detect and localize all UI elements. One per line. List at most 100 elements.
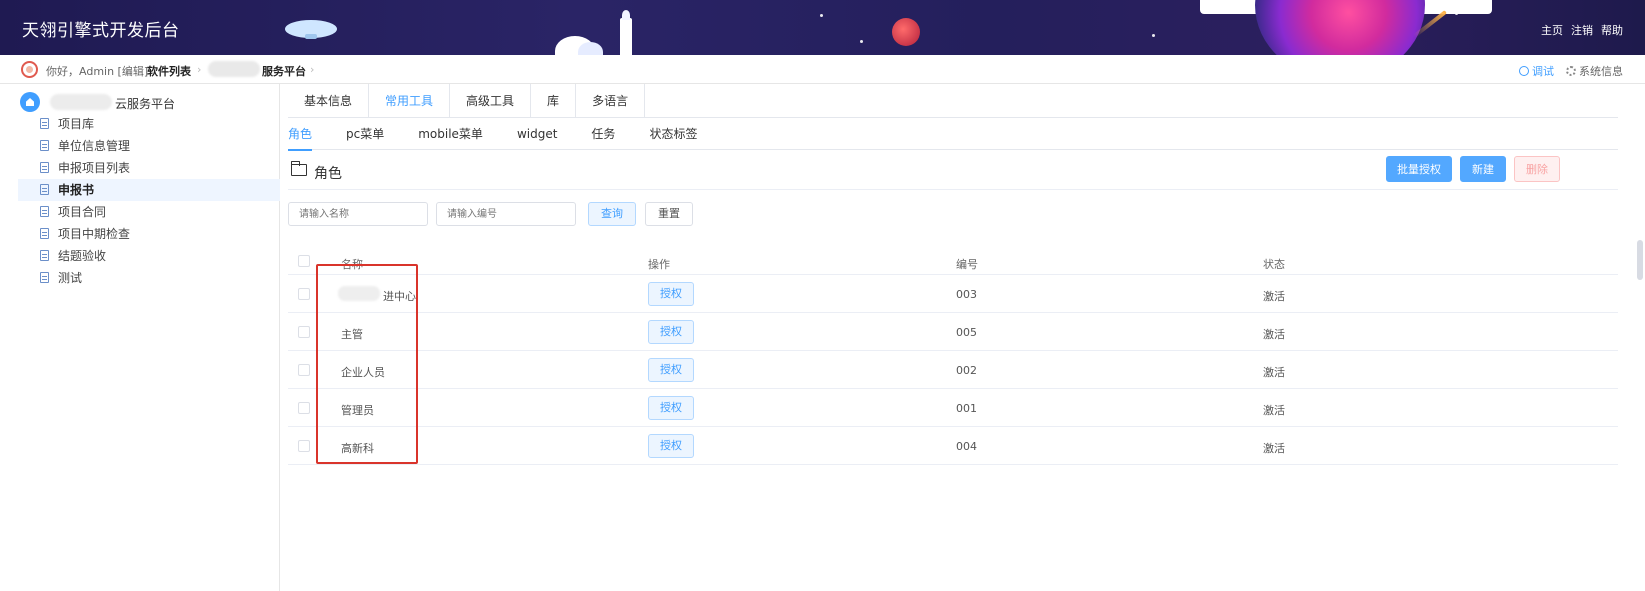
sidebar-item-acceptance[interactable]: 结题验收	[18, 245, 280, 267]
sidebar-item-midterm-check[interactable]: 项目中期检查	[18, 223, 280, 245]
row-checkbox[interactable]	[298, 288, 310, 300]
gear-icon	[1566, 66, 1576, 76]
breadcrumb-service-platform[interactable]: 服务平台	[262, 63, 306, 79]
row-code: 004	[956, 440, 977, 453]
row-status: 激活	[1263, 442, 1285, 455]
star-icon	[820, 14, 823, 17]
section-title: 角色	[314, 166, 342, 182]
authorize-button[interactable]: 授权	[648, 358, 694, 382]
logout-link[interactable]: 注销	[1571, 22, 1593, 38]
help-link[interactable]: 帮助	[1601, 22, 1623, 38]
sidebar-root[interactable]: 云服务平台	[20, 92, 270, 112]
sidebar: 云服务平台 项目库 单位信息管理 申报项目列表 申报书 项目合同 项目中期检查 …	[0, 84, 280, 591]
user-greeting[interactable]: 你好，Admin [编辑]	[46, 63, 148, 79]
header-status: 状态	[1263, 258, 1285, 271]
sidebar-item-project-library[interactable]: 项目库	[18, 113, 280, 135]
sidebar-root-label: 云服务平台	[115, 97, 176, 111]
roles-table: 名称 操作 编号 状态 进中心 授权 003 激活 主管 授权 005 激活 企…	[288, 247, 1618, 465]
table-row[interactable]: 企业人员 授权 002 激活	[288, 351, 1618, 389]
table-row[interactable]: 主管 授权 005 激活	[288, 313, 1618, 351]
authorize-button[interactable]: 授权	[648, 320, 694, 344]
debug-link[interactable]: 调试	[1519, 63, 1554, 79]
breadcrumb-separator-icon: ›	[197, 63, 202, 76]
row-code: 005	[956, 326, 977, 339]
tower-illustration	[620, 10, 632, 55]
table-header: 名称 操作 编号 状态	[288, 247, 1618, 275]
nebula-illustration	[1255, 0, 1425, 55]
app-title: 天翎引擎式开发后台	[22, 21, 180, 41]
tab-multilanguage[interactable]: 多语言	[576, 84, 646, 118]
toolbar-links: 调试 系统信息	[1519, 63, 1623, 79]
sidebar-item-application-form[interactable]: 申报书	[18, 179, 280, 201]
debug-label: 调试	[1532, 65, 1554, 78]
main-content: 基本信息 常用工具 高级工具 库 多语言 角色 pc菜单 mobile菜单 wi…	[288, 84, 1628, 591]
document-icon	[40, 228, 49, 239]
sidebar-item-test[interactable]: 测试	[18, 267, 280, 289]
row-status: 激活	[1263, 328, 1285, 341]
row-checkbox[interactable]	[298, 326, 310, 338]
document-icon	[40, 272, 49, 283]
authorize-button[interactable]: 授权	[648, 396, 694, 420]
tab-basic-info[interactable]: 基本信息	[288, 84, 370, 118]
name-search-input[interactable]	[288, 202, 428, 226]
tab-mobile-menu[interactable]: mobile菜单	[418, 118, 483, 150]
new-button[interactable]: 新建	[1460, 156, 1506, 182]
query-button[interactable]: 查询	[588, 202, 636, 226]
breadcrumb-software-list[interactable]: 软件列表	[147, 63, 191, 79]
tab-status-label[interactable]: 状态标签	[649, 118, 697, 150]
select-all-checkbox[interactable]	[298, 255, 310, 267]
row-checkbox[interactable]	[298, 440, 310, 452]
row-code: 002	[956, 364, 977, 377]
table-row[interactable]: 进中心 授权 003 激活	[288, 275, 1618, 313]
row-checkbox[interactable]	[298, 402, 310, 414]
row-checkbox[interactable]	[298, 364, 310, 376]
star-icon	[860, 40, 863, 43]
scrollbar-handle[interactable]	[1637, 240, 1643, 280]
sidebar-item-contract[interactable]: 项目合同	[18, 201, 280, 223]
row-status: 激活	[1263, 404, 1285, 417]
planet-illustration	[892, 18, 920, 46]
code-search-input[interactable]	[436, 202, 576, 226]
star-icon	[1455, 12, 1458, 15]
tab-library[interactable]: 库	[531, 84, 577, 118]
hill-illustration-small	[578, 42, 603, 55]
tab-pc-menu[interactable]: pc菜单	[346, 118, 384, 150]
reset-button[interactable]: 重置	[645, 202, 693, 226]
star-icon	[1152, 34, 1155, 37]
table-row[interactable]: 高新科 授权 004 激活	[288, 427, 1618, 465]
primary-tabs: 基本信息 常用工具 高级工具 库 多语言	[288, 84, 1618, 118]
redacted-text	[208, 61, 260, 77]
tab-task[interactable]: 任务	[591, 118, 615, 150]
row-status: 激活	[1263, 366, 1285, 379]
blimp-illustration	[285, 20, 337, 39]
tab-role[interactable]: 角色	[288, 118, 313, 151]
tab-widget[interactable]: widget	[517, 118, 557, 150]
authorize-button[interactable]: 授权	[648, 434, 694, 458]
document-icon	[40, 184, 49, 195]
redacted-text	[50, 94, 112, 110]
secondary-tabs: 角色 pc菜单 mobile菜单 widget 任务 状态标签	[288, 118, 1618, 151]
sidebar-item-application-list[interactable]: 申报项目列表	[18, 157, 280, 179]
row-code: 001	[956, 402, 977, 415]
delete-button[interactable]: 删除	[1514, 156, 1560, 182]
tab-common-tools[interactable]: 常用工具	[369, 84, 451, 118]
search-row: 查询 重置	[288, 202, 1618, 226]
system-info-label: 系统信息	[1579, 65, 1623, 78]
batch-authorize-button[interactable]: 批量授权	[1386, 156, 1452, 182]
breadcrumb-bar: 你好，Admin [编辑] 软件列表 › 服务平台 › 调试 系统信息	[0, 55, 1645, 84]
row-code: 003	[956, 288, 977, 301]
table-row[interactable]: 管理员 授权 001 激活	[288, 389, 1618, 427]
top-links: 主页 注销 帮助	[1541, 22, 1623, 38]
folder-icon	[290, 161, 307, 176]
home-link[interactable]: 主页	[1541, 22, 1563, 38]
tab-advanced-tools[interactable]: 高级工具	[450, 84, 532, 118]
authorize-button[interactable]: 授权	[648, 282, 694, 306]
sidebar-item-unit-info[interactable]: 单位信息管理	[18, 135, 280, 157]
system-info-link[interactable]: 系统信息	[1566, 63, 1623, 79]
section-header: 角色 批量授权 新建 删除	[288, 154, 1618, 190]
avatar[interactable]	[21, 61, 38, 78]
row-status: 激活	[1263, 290, 1285, 303]
header-code: 编号	[956, 258, 978, 271]
breadcrumb-separator-icon: ›	[310, 63, 315, 76]
info-icon	[1519, 66, 1529, 76]
